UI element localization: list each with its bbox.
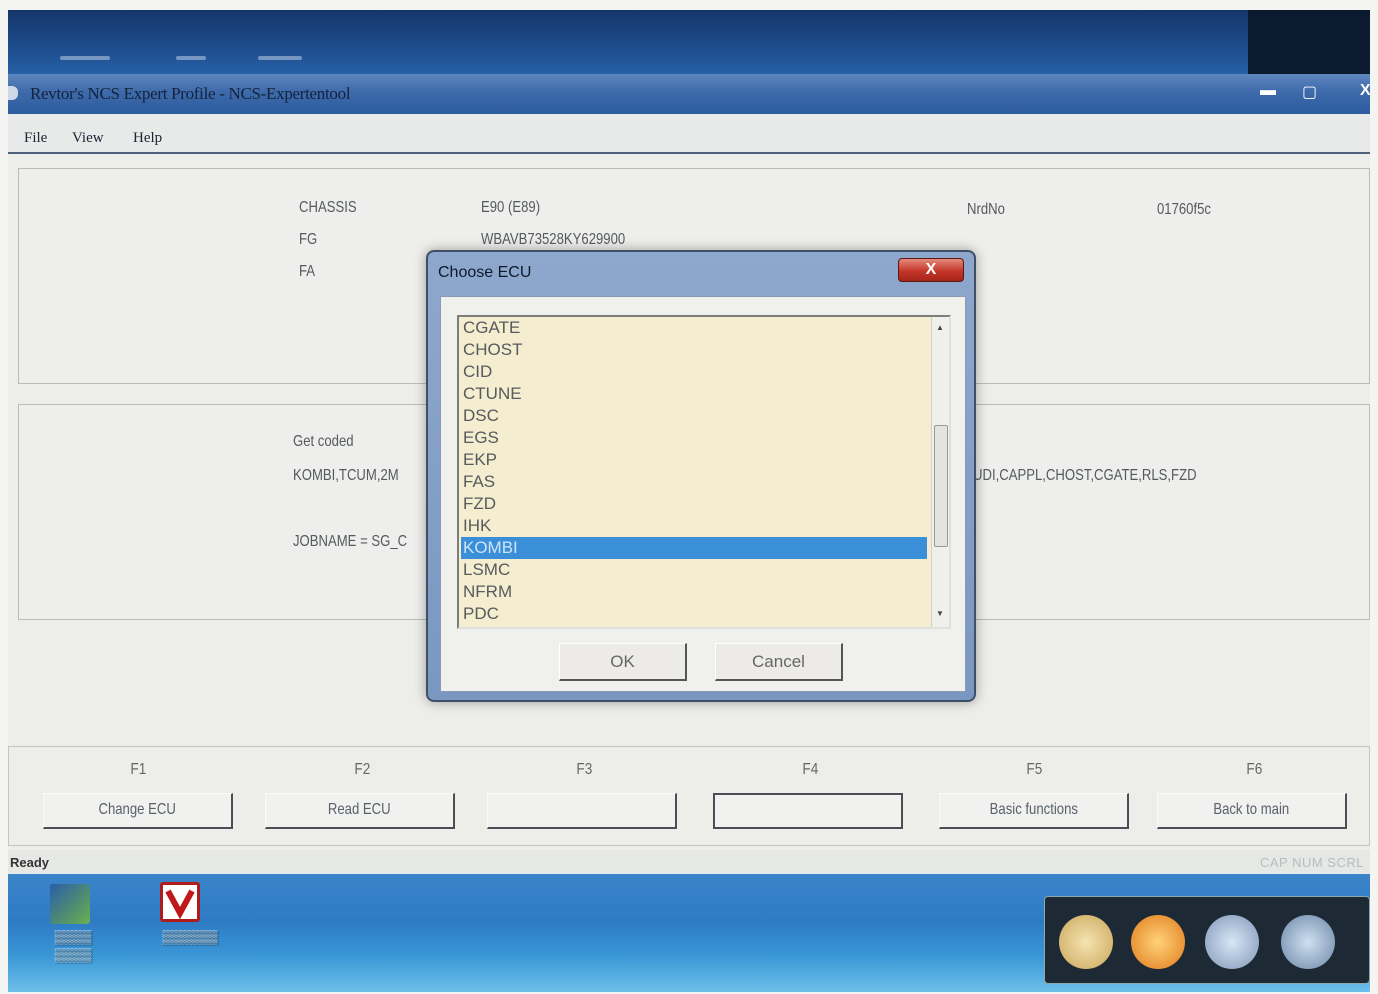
list-item[interactable]: FAS: [461, 471, 927, 493]
tray-printer-icon[interactable]: [1281, 915, 1335, 969]
f6-key-label: F6: [1246, 761, 1263, 778]
background-window-tab: [176, 56, 206, 60]
system-tray: [1044, 896, 1370, 984]
f1-key-label: F1: [130, 761, 147, 778]
status-text: Ready: [10, 855, 50, 870]
fg-value: WBAVB73528KY629900: [481, 231, 626, 248]
cancel-button[interactable]: Cancel: [715, 643, 843, 681]
f5-key-label: F5: [1026, 761, 1043, 778]
dialog-title: Choose ECU: [438, 264, 532, 281]
change-ecu-label: Change ECU: [98, 801, 177, 818]
desktop-wallpaper-bottom: ▒▒▒▒ ▒▒▒▒ ▒▒▒▒▒▒: [8, 874, 1370, 992]
list-item-selected[interactable]: KOMBI: [461, 537, 927, 559]
nrno-value: 01760f5c: [1157, 201, 1211, 218]
basic-functions-label: Basic functions: [989, 801, 1078, 818]
back-to-main-label: Back to main: [1213, 801, 1290, 818]
status-bar: Ready CAP NUM SCRL: [8, 850, 1370, 874]
maximize-icon[interactable]: ▢: [1302, 82, 1317, 102]
menu-bar: File View Help: [8, 114, 1370, 154]
dialog-close-button[interactable]: X: [898, 258, 964, 282]
app-icon: [8, 86, 18, 100]
list-item[interactable]: DSC: [461, 405, 927, 427]
minimize-icon[interactable]: ▬: [1260, 82, 1276, 100]
close-icon[interactable]: X: [1360, 82, 1370, 100]
scroll-down-icon[interactable]: ▼: [936, 609, 944, 618]
basic-functions-button[interactable]: Basic functions: [939, 793, 1129, 829]
dialog-body: CGATE CHOST CID CTUNE DSC EGS EKP FAS FZ…: [440, 296, 966, 692]
list-item[interactable]: EKP: [461, 449, 927, 471]
list-item[interactable]: FZD: [461, 493, 927, 515]
list-item[interactable]: CTUNE: [461, 383, 927, 405]
list-item[interactable]: NFRM: [461, 581, 927, 603]
chassis-value: E90 (E89): [481, 199, 541, 216]
jobname-text: JOBNAME = SG_C: [293, 533, 408, 550]
keyboard-indicators: CAP NUM SCRL: [1259, 855, 1364, 870]
change-ecu-button[interactable]: Change ECU: [43, 793, 233, 829]
desktop-shortcut-label: ▒▒▒▒▒▒: [162, 929, 218, 944]
ecu-listbox[interactable]: CGATE CHOST CID CTUNE DSC EGS EKP FAS FZ…: [457, 315, 951, 629]
shortcut-icon[interactable]: [50, 884, 90, 924]
list-item[interactable]: CHOST: [461, 339, 927, 361]
f4-key-label: F4: [802, 761, 819, 778]
list-item[interactable]: EGS: [461, 427, 927, 449]
f3-key-label: F3: [576, 761, 593, 778]
function-key-bar: F1 F2 F3 F4 F5 F6 Change ECU Read ECU Ba…: [8, 746, 1370, 846]
coded-ecu-list-continued: UDI,CAPPL,CHOST,CGATE,RLS,FZD: [973, 467, 1197, 484]
get-coded-label: Get coded: [293, 433, 354, 450]
tray-network-icon[interactable]: [1205, 915, 1259, 969]
window-titlebar[interactable]: Revtor's NCS Expert Profile - NCS-Expert…: [8, 74, 1370, 114]
back-to-main-button[interactable]: Back to main: [1157, 793, 1347, 829]
desktop-wallpaper-top: [8, 10, 1370, 80]
read-ecu-button[interactable]: Read ECU: [265, 793, 455, 829]
scroll-up-icon[interactable]: ▲: [936, 323, 944, 332]
background-window-tab: [60, 56, 110, 60]
nrno-label: NrdNo: [967, 201, 1005, 218]
f2-key-label: F2: [354, 761, 371, 778]
desktop-dark-corner: [1248, 10, 1370, 80]
fa-label: FA: [299, 263, 316, 280]
window-title: Revtor's NCS Expert Profile - NCS-Expert…: [30, 84, 351, 103]
choose-ecu-dialog: Choose ECU X CGATE CHOST CID CTUNE DSC E…: [426, 250, 976, 702]
list-scrollbar[interactable]: ▲ ▼: [931, 317, 949, 627]
list-item[interactable]: PDC: [461, 603, 927, 625]
fg-label: FG: [299, 231, 318, 248]
menu-help[interactable]: Help: [133, 130, 162, 147]
background-window-tab: [258, 56, 302, 60]
desktop-shortcut-label: ▒▒▒▒ ▒▒▒▒: [54, 929, 92, 962]
coded-ecu-list: KOMBI,TCUM,2M: [293, 467, 399, 484]
tray-app-icon[interactable]: [1059, 915, 1113, 969]
menu-view[interactable]: View: [72, 130, 104, 147]
ok-button[interactable]: OK: [559, 643, 687, 681]
list-item[interactable]: IHK: [461, 515, 927, 537]
app-shortcut-icon[interactable]: [160, 882, 200, 922]
menu-file[interactable]: File: [24, 130, 47, 147]
list-item[interactable]: LSMC: [461, 559, 927, 581]
list-item[interactable]: CGATE: [461, 317, 927, 339]
chassis-label: CHASSIS: [299, 199, 357, 216]
list-item[interactable]: CID: [461, 361, 927, 383]
tray-app-icon[interactable]: [1131, 915, 1185, 969]
f3-button[interactable]: [487, 793, 677, 829]
scroll-thumb[interactable]: [934, 425, 948, 547]
f4-button[interactable]: [713, 793, 903, 829]
read-ecu-label: Read ECU: [328, 801, 391, 818]
